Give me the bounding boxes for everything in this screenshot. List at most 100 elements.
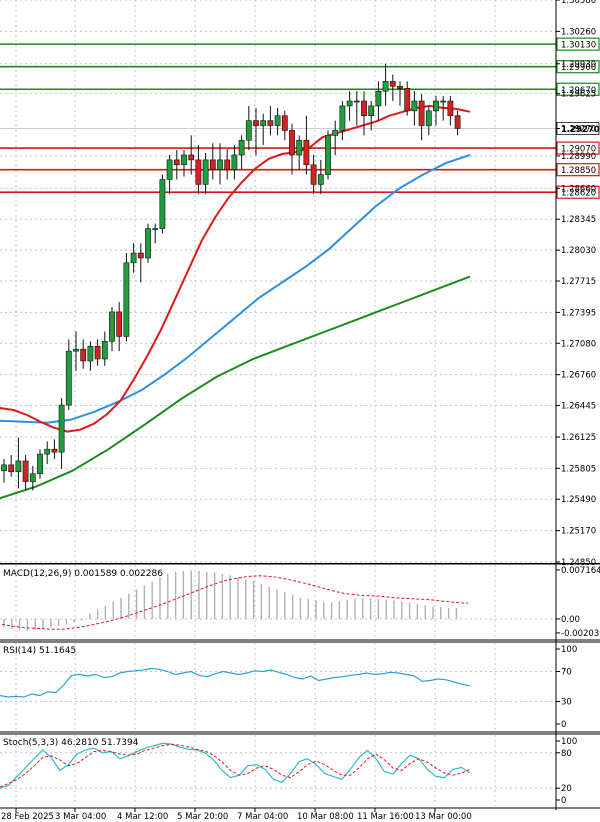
x-tick-label: 3 Mar 04:00 bbox=[55, 812, 106, 822]
macd-panel bbox=[1, 570, 469, 631]
candle-up bbox=[202, 159, 209, 185]
candle-down bbox=[253, 120, 259, 126]
candle-down bbox=[447, 100, 454, 117]
x-tick-label: 7 Mar 04:00 bbox=[237, 812, 288, 822]
candle-up bbox=[411, 100, 418, 112]
y-tick-label: 1.26760 bbox=[561, 371, 596, 381]
level-tag-label: 1.28850 bbox=[561, 166, 596, 176]
candle-up bbox=[353, 100, 360, 103]
y-tick-label: 1.27715 bbox=[561, 277, 596, 287]
y-tick-label: 100 bbox=[561, 737, 577, 747]
candle-down bbox=[361, 100, 367, 117]
y-tick-label: 20 bbox=[561, 784, 572, 794]
candle-down bbox=[51, 448, 58, 453]
candle-up bbox=[260, 120, 267, 126]
level-lines: 1.301301.299001.296701.290701.288501.286… bbox=[0, 37, 600, 199]
candle-down bbox=[389, 81, 396, 87]
y-tick-label: -0.002039 bbox=[561, 629, 600, 639]
y-tick-label: 80 bbox=[561, 749, 572, 759]
stoch-label: Stoch(5,3,3) 46.2810 51.7394 bbox=[3, 738, 139, 748]
candle-up bbox=[15, 460, 22, 473]
candle-up bbox=[181, 154, 187, 166]
candle-up bbox=[382, 81, 389, 92]
x-tick-label: 28 Feb 2025 bbox=[1, 812, 54, 822]
candle-down bbox=[418, 100, 425, 126]
candle-up bbox=[346, 100, 353, 107]
candle-down bbox=[22, 460, 29, 482]
y-tick-label: 100 bbox=[561, 645, 577, 655]
candle-down bbox=[303, 139, 310, 166]
candle-up bbox=[65, 350, 72, 406]
candle-up bbox=[130, 252, 137, 264]
y-tick-label: 1.30260 bbox=[561, 27, 596, 37]
y-tick-label: 1.25805 bbox=[561, 464, 596, 474]
candle-up bbox=[317, 174, 324, 185]
y-tick-label: 1.27080 bbox=[561, 339, 596, 349]
y-tick-label: 1.26125 bbox=[561, 433, 596, 443]
candle-up bbox=[166, 159, 173, 180]
candle-down bbox=[80, 348, 87, 362]
candle-down bbox=[116, 311, 123, 337]
candle-up bbox=[238, 139, 245, 156]
candle-up bbox=[145, 228, 151, 259]
candle-down bbox=[137, 252, 144, 259]
candle-up bbox=[58, 404, 65, 453]
candle-up bbox=[425, 110, 432, 126]
candle-down bbox=[310, 164, 317, 185]
candle-down bbox=[224, 159, 231, 170]
candle-down bbox=[267, 120, 274, 126]
y-tick-label: 0 bbox=[561, 796, 566, 806]
y-tick-label: 1.28345 bbox=[561, 215, 596, 225]
candle-up bbox=[73, 348, 79, 352]
candle-up bbox=[368, 105, 375, 117]
candle-up bbox=[296, 139, 303, 156]
x-tick-label: 4 Mar 12:00 bbox=[117, 812, 168, 822]
candle-up bbox=[159, 179, 166, 229]
chart-canvas: 1.301301.299001.296701.290701.288501.286… bbox=[0, 0, 600, 822]
x-tick-label: 13 Mar 00:00 bbox=[415, 812, 472, 822]
stoch-panel bbox=[0, 742, 471, 789]
candle-down bbox=[195, 159, 202, 185]
candle-up bbox=[245, 120, 252, 141]
candle-down bbox=[94, 345, 101, 360]
candle-up bbox=[375, 90, 382, 107]
x-tick-label: 11 Mar 16:00 bbox=[357, 812, 414, 822]
macd-label: MACD(12,26,9) 0.001589 0.002286 bbox=[3, 569, 163, 579]
candle-up bbox=[433, 100, 439, 112]
candle-up bbox=[123, 262, 130, 337]
candle-up bbox=[217, 159, 223, 170]
y-tick-label: 1.28030 bbox=[561, 246, 596, 256]
y-tick-label: 1.29270 bbox=[561, 124, 596, 134]
candle-down bbox=[209, 159, 216, 170]
rsi-panel bbox=[0, 667, 471, 698]
y-tick-label: 1.25490 bbox=[561, 495, 596, 505]
candle-down bbox=[281, 115, 288, 131]
y-tick-label: 1.26445 bbox=[561, 402, 596, 412]
y-tick-label: 1.29930 bbox=[561, 60, 596, 70]
y-tick-label: 1.25170 bbox=[561, 527, 596, 537]
axis-labels: 1.30580 1.30260 1.29930 1.29625 1.29270 1.289… bbox=[1, 0, 600, 822]
candle-down bbox=[188, 154, 195, 161]
y-tick-label: 1.28990 bbox=[561, 152, 596, 162]
y-tick-label: 1.29625 bbox=[561, 90, 596, 100]
candle-up bbox=[1, 464, 7, 472]
y-tick-label: 1.30580 bbox=[561, 0, 596, 6]
candle-down bbox=[404, 87, 411, 112]
candle-down bbox=[8, 464, 15, 473]
candle-down bbox=[454, 115, 461, 129]
candle-up bbox=[101, 341, 108, 360]
candle-down bbox=[289, 130, 295, 156]
macd-signal-line bbox=[1, 575, 469, 630]
candle-up bbox=[37, 453, 43, 475]
candle-up bbox=[332, 130, 339, 136]
candle-up bbox=[87, 345, 94, 362]
candle-down bbox=[173, 159, 180, 166]
y-tick-label: 1.28660 bbox=[561, 184, 596, 194]
candle-up bbox=[274, 115, 281, 126]
candle-down bbox=[397, 86, 403, 89]
x-tick-label: 5 Mar 20:00 bbox=[177, 812, 228, 822]
y-tick-label: 30 bbox=[561, 698, 572, 708]
candle-up bbox=[29, 473, 36, 482]
y-tick-label: 0.00 bbox=[561, 615, 580, 625]
candle-up bbox=[152, 228, 159, 230]
